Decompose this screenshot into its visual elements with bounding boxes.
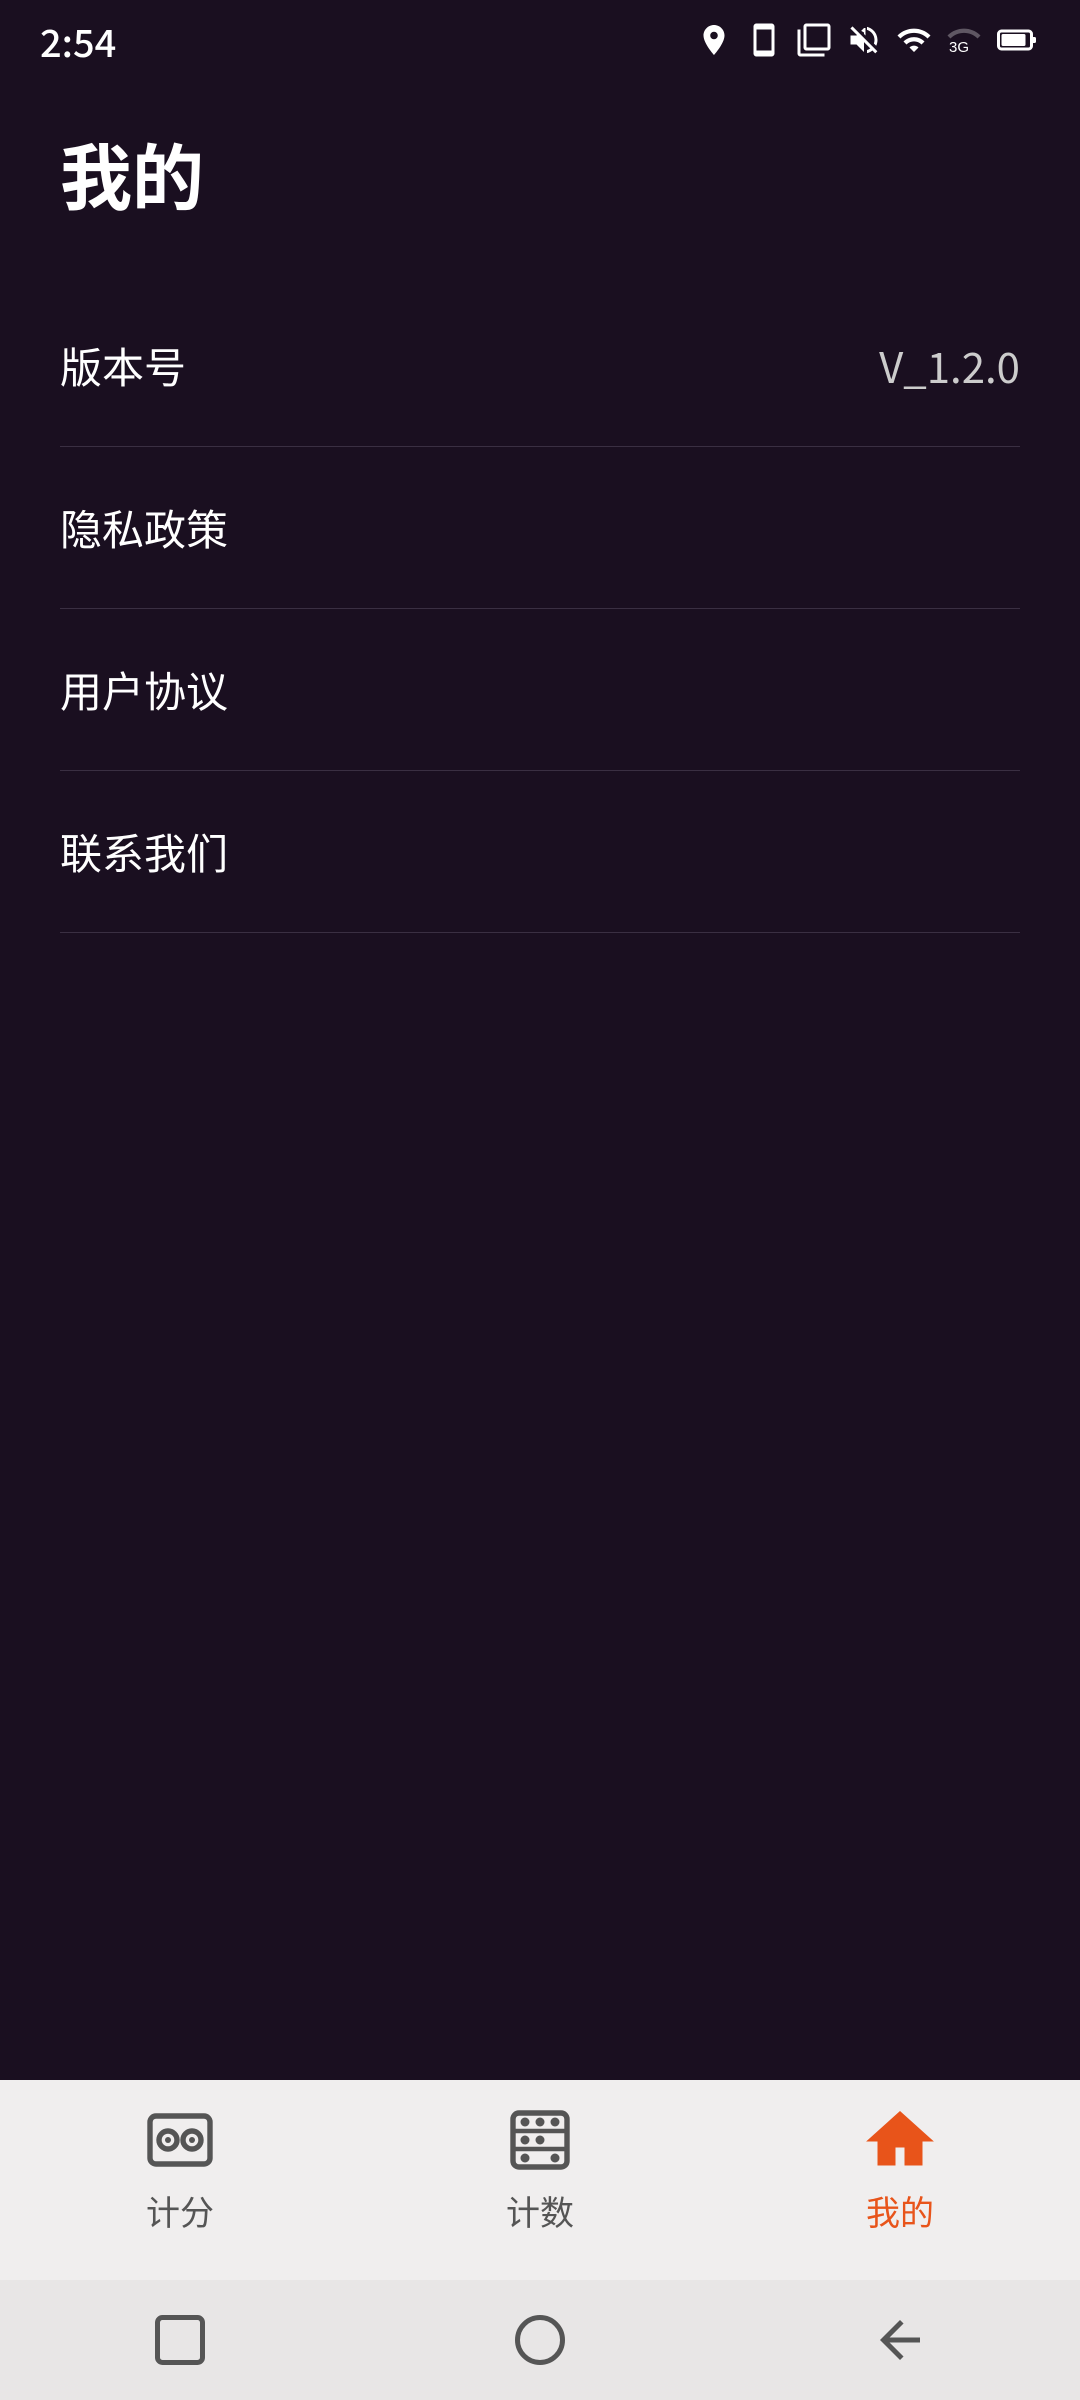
tab-bar: 计分 计数 我的 [0, 2080, 1080, 2280]
page-title: 我的 [60, 80, 1020, 285]
version-value: V_1.2.0 [879, 335, 1020, 396]
screenshot-icon [796, 22, 832, 58]
version-label: 版本号 [60, 335, 186, 396]
mine-tab-icon [864, 2104, 936, 2176]
back-nav-icon [870, 2310, 930, 2370]
count-tab-icon [504, 2104, 576, 2176]
main-content: 我的 版本号 V_1.2.0 隐私政策 用户协议 联系我们 [0, 80, 1080, 2080]
mine-tab-label: 我的 [866, 2186, 934, 2235]
count-tab-label: 计数 [506, 2186, 574, 2235]
nav-square-button[interactable] [140, 2300, 220, 2380]
circle-nav-icon [510, 2310, 570, 2370]
status-bar: 2:54 3G [0, 0, 1080, 80]
menu-item-privacy[interactable]: 隐私政策 [60, 447, 1020, 609]
wifi-icon [896, 22, 932, 58]
phone-icon [746, 22, 782, 58]
score-tab-icon [144, 2104, 216, 2176]
signal-icon: 3G [946, 22, 982, 58]
contact-label: 联系我们 [60, 821, 228, 882]
status-time: 2:54 [40, 13, 116, 68]
battery-icon [996, 22, 1040, 58]
menu-item-version[interactable]: 版本号 V_1.2.0 [60, 285, 1020, 447]
score-tab-label: 计分 [146, 2186, 214, 2235]
status-icons: 3G [696, 22, 1040, 58]
nav-bar [0, 2280, 1080, 2400]
tab-mine[interactable]: 我的 [720, 2104, 1080, 2235]
privacy-label: 隐私政策 [60, 497, 228, 558]
mute-icon [846, 22, 882, 58]
menu-item-contact[interactable]: 联系我们 [60, 771, 1020, 933]
tab-score[interactable]: 计分 [0, 2104, 360, 2235]
nav-back-button[interactable] [860, 2300, 940, 2380]
svg-text:3G: 3G [949, 39, 969, 56]
nav-circle-button[interactable] [500, 2300, 580, 2380]
square-nav-icon [150, 2310, 210, 2370]
agreement-label: 用户协议 [60, 659, 228, 720]
location-icon [696, 22, 732, 58]
tab-count[interactable]: 计数 [360, 2104, 720, 2235]
menu-item-agreement[interactable]: 用户协议 [60, 609, 1020, 771]
